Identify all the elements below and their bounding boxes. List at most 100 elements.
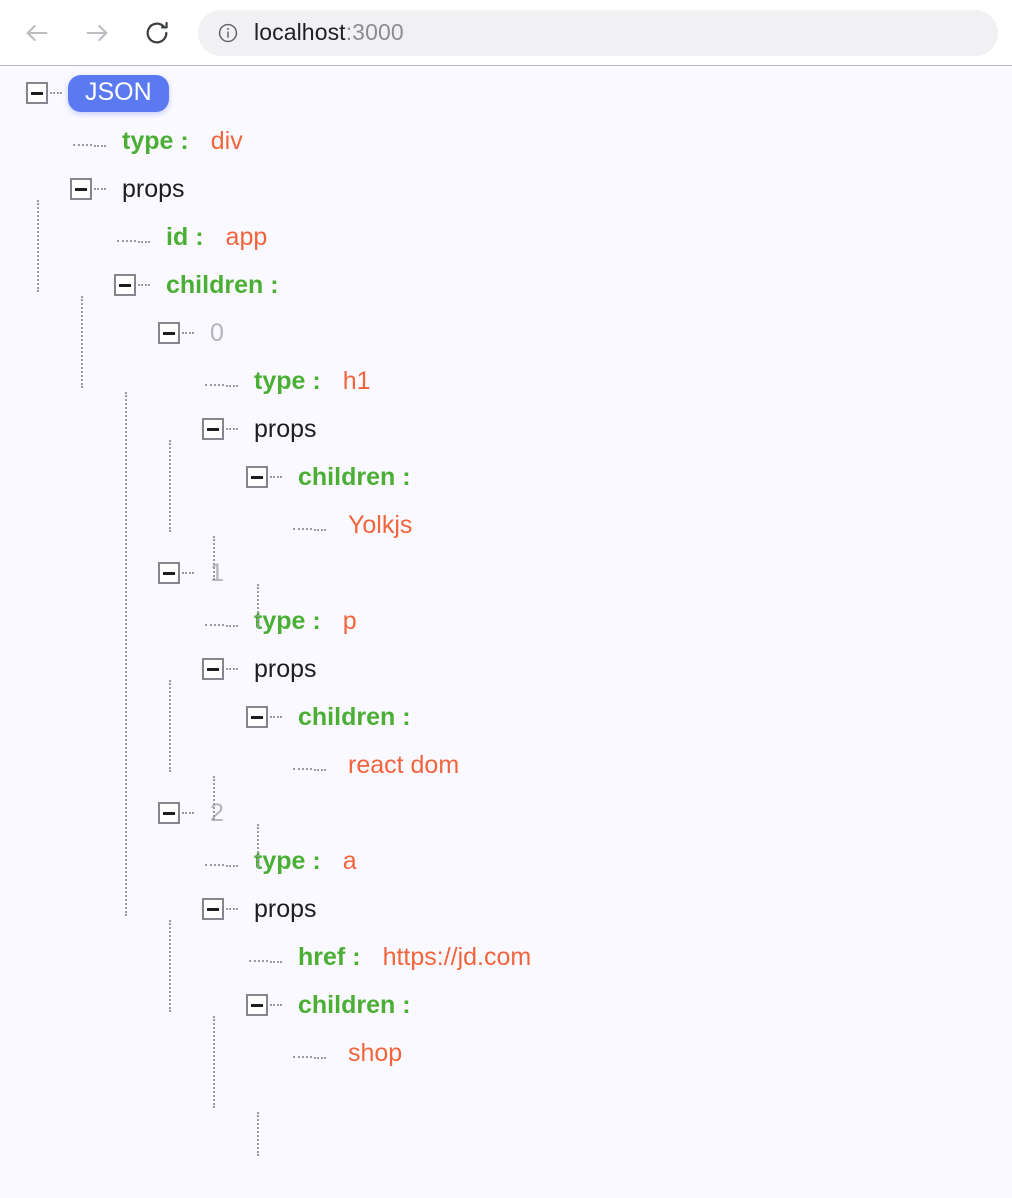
arrow-right-icon [83,19,111,47]
tree-key: children [298,702,396,731]
toggle-collapse-index-1[interactable] [158,562,180,584]
toggle-collapse-props-1[interactable] [70,178,92,200]
tree-connector [138,240,150,243]
tree-connector [182,572,194,574]
tree-key: children [298,990,396,1019]
info-circle-icon[interactable] [216,21,240,45]
tree-connector [226,668,238,670]
back-button[interactable] [14,10,60,56]
tree-rail-children1 [125,392,127,916]
toggle-collapse-index-0[interactable] [158,322,180,344]
url-text: localhost:3000 [254,19,404,46]
toggle-collapse-children-4[interactable] [246,994,268,1016]
tree-connector [270,960,282,963]
root-badge[interactable]: JSON [68,74,169,112]
tree-connector [270,1004,282,1006]
tree-rail-props2 [213,536,215,580]
tree-row-type-h1[interactable]: type : h1 [0,357,1012,405]
tree-colon: : [312,366,321,395]
toggle-collapse-index-2[interactable] [158,802,180,824]
tree-row-index-1[interactable]: 1 [0,549,1012,597]
tree-value: p [342,606,357,635]
toggle-collapse-children-2[interactable] [246,466,268,488]
tree-index-label: 0 [210,318,224,347]
tree-key: children [166,270,264,299]
tree-row-type-p[interactable]: type : p [0,597,1012,645]
tree-connector [226,428,238,430]
tree-key: type [254,366,306,395]
tree-key: type [254,846,306,875]
tree-row-value-react-dom[interactable]: react dom [0,741,1012,789]
tree-rail-props1 [81,296,83,388]
tree-key: id [166,222,189,251]
address-bar[interactable]: localhost:3000 [198,9,998,56]
tree-row-value-yolkjs[interactable]: Yolkjs [0,501,1012,549]
tree-colon: : [312,846,321,875]
tree-key: props [254,414,317,443]
tree-key: props [122,174,185,203]
tree-row-children-3[interactable]: children : [0,693,1012,741]
tree-connector [226,624,238,627]
tree-value: Yolkjs [348,510,413,539]
reload-button[interactable] [134,10,180,56]
tree-colon: : [312,606,321,635]
forward-button[interactable] [74,10,120,56]
tree-key: type [122,126,174,155]
tree-rail-props3 [213,776,215,820]
tree-row-href[interactable]: href : https://jd.com [0,933,1012,981]
tree-connector [226,864,238,867]
tree-connector [202,850,224,872]
tree-key: type [254,606,306,635]
tree-connector [246,946,268,968]
tree-connector [202,610,224,632]
tree-value: a [342,846,357,875]
toggle-collapse-props-2[interactable] [202,418,224,440]
tree-rail-children4 [257,1112,259,1156]
tree-row-type-a[interactable]: type : a [0,837,1012,885]
tree-value: shop [348,1038,403,1067]
tree-value: div [210,126,243,155]
tree-key: props [254,654,317,683]
tree-row-children-4[interactable]: children : [0,981,1012,1029]
tree-value: app [225,222,268,251]
tree-value: h1 [342,366,371,395]
tree-row-props-3[interactable]: props [0,645,1012,693]
tree-colon: : [402,990,411,1019]
tree-connector [314,768,326,771]
toggle-collapse-children-1[interactable] [114,274,136,296]
tree-connector [290,1042,312,1064]
toggle-collapse-props-4[interactable] [202,898,224,920]
tree-connector [202,370,224,392]
tree-colon: : [352,942,361,971]
tree-connector [182,332,194,334]
toggle-collapse-root[interactable] [26,82,48,104]
tree-rail-children3 [257,824,259,868]
reload-icon [143,19,171,47]
tree-key: props [254,894,317,923]
tree-connector [314,1056,326,1059]
tree-key: children [298,462,396,491]
json-tree-viewer: JSON type : div props id : app children … [0,66,1012,1197]
tree-row-root[interactable]: JSON [0,69,1012,117]
tree-row-children-2[interactable]: children : [0,453,1012,501]
tree-connector [70,130,92,152]
tree-row-value-shop[interactable]: shop [0,1029,1012,1077]
toggle-collapse-children-3[interactable] [246,706,268,728]
tree-connector [94,144,106,147]
toggle-collapse-props-3[interactable] [202,658,224,680]
tree-row-props-1[interactable]: props [0,165,1012,213]
tree-row-type-div[interactable]: type : div [0,117,1012,165]
tree-row-index-0[interactable]: 0 [0,309,1012,357]
tree-connector [270,716,282,718]
tree-row-props-4[interactable]: props [0,885,1012,933]
tree-row-props-2[interactable]: props [0,405,1012,453]
browser-toolbar: localhost:3000 [0,0,1012,66]
tree-connector [138,284,150,286]
tree-row-id-app[interactable]: id : app [0,213,1012,261]
tree-rail-root [37,200,39,292]
tree-colon: : [402,702,411,731]
tree-row-index-2[interactable]: 2 [0,789,1012,837]
tree-row-children-1[interactable]: children : [0,261,1012,309]
tree-connector [314,528,326,531]
tree-connector [182,812,194,814]
